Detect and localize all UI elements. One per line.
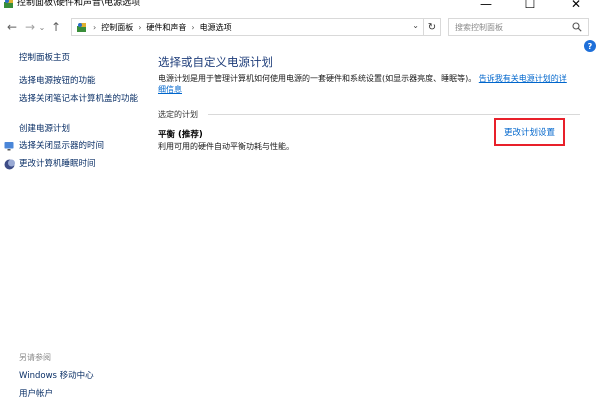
window-title: 控制面板\硬件和声音\电源选项	[17, 0, 141, 8]
breadcrumb-power-options[interactable]: 电源选项	[200, 22, 232, 33]
path-dropdown-button[interactable]: ⌄	[412, 21, 419, 30]
search-icon[interactable]	[572, 22, 582, 32]
sidebar-item-display-off[interactable]: 选择关闭显示器的时间	[19, 141, 104, 152]
address-bar: ← → ⌄ ↑ › 控制面板 › 硬件和声音 › 电源选项 ⌄ ↻	[0, 16, 600, 38]
see-also-user-accounts[interactable]: 用户帐户	[19, 389, 53, 400]
search-box[interactable]	[448, 18, 589, 36]
see-also-mobility-center[interactable]: Windows 移动中心	[19, 371, 94, 382]
path-box[interactable]: › 控制面板 › 硬件和声音 › 电源选项 ⌄	[71, 18, 424, 36]
main-content: 选择或自定义电源计划 电源计划是用于管理计算机如何使用电源的一套硬件和系统设置(…	[158, 38, 588, 408]
refresh-button[interactable]: ↻	[424, 18, 441, 36]
display-shield-icon	[4, 142, 14, 151]
forward-button[interactable]: →	[22, 18, 38, 36]
sidebar-item-power-button[interactable]: 选择电源按钮的功能	[19, 76, 96, 87]
page-description: 电源计划是用于管理计算机如何使用电源的一套硬件和系统设置(如显示器亮度、睡眠等)…	[158, 73, 568, 95]
see-also-title: 另请参阅	[19, 353, 51, 362]
breadcrumb-separator: ›	[93, 22, 97, 32]
title-bar: 控制面板\硬件和声音\电源选项 — ☐ ✕	[0, 0, 600, 16]
control-panel-icon	[4, 0, 13, 8]
page-title: 选择或自定义电源计划	[158, 55, 273, 69]
breadcrumb-control-panel[interactable]: 控制面板	[101, 22, 133, 33]
sidebar-item-create-plan[interactable]: 创建电源计划	[19, 124, 70, 135]
up-button[interactable]: ↑	[48, 18, 64, 36]
breadcrumb-separator[interactable]: ›	[191, 23, 194, 32]
change-plan-settings-link[interactable]: 更改计划设置	[494, 118, 565, 146]
sidebar-home-link[interactable]: 控制面板主页	[19, 53, 70, 64]
breadcrumb-hardware-sound[interactable]: 硬件和声音	[146, 22, 186, 33]
search-input[interactable]	[455, 22, 565, 32]
sidebar-item-sleep-time[interactable]: 更改计算机睡眠时间	[19, 159, 96, 170]
sidebar-item-lid-close[interactable]: 选择关闭笔记本计算机盖的功能	[19, 94, 139, 105]
plan-description: 利用可用的硬件自动平衡功耗与性能。	[158, 142, 294, 151]
description-text: 电源计划是用于管理计算机如何使用电源的一套硬件和系统设置(如显示器亮度、睡眠等)…	[158, 74, 477, 83]
moon-icon	[4, 159, 15, 170]
close-button[interactable]: ✕	[554, 0, 598, 12]
maximize-button[interactable]: ☐	[508, 0, 552, 12]
minimize-button[interactable]: —	[464, 0, 508, 12]
plan-name: 平衡 (推荐)	[158, 130, 203, 140]
selected-plan-header: 选定的计划	[158, 110, 198, 119]
back-button[interactable]: ←	[4, 18, 20, 36]
control-panel-icon	[77, 23, 86, 32]
recent-locations-button[interactable]: ⌄	[37, 18, 47, 36]
section-divider	[208, 114, 580, 115]
breadcrumb-separator[interactable]: ›	[138, 23, 141, 32]
sidebar: 控制面板主页 选择电源按钮的功能 选择关闭笔记本计算机盖的功能 创建电源计划 选…	[0, 38, 140, 408]
